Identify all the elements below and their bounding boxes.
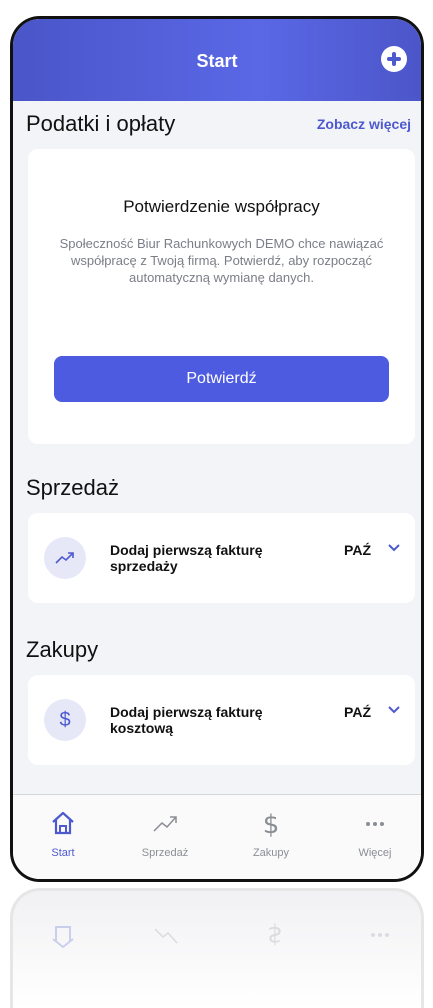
page-title: Start (196, 51, 238, 71)
purchases-add-invoice-text: Dodaj pierwszą fakturę kosztową (110, 704, 263, 736)
confirm-title: Potwierdzenie współpracy (123, 197, 320, 216)
app-header: Start (13, 19, 421, 101)
dollar-icon: $ (263, 810, 280, 837)
home-icon (52, 811, 74, 835)
reflection: $ (10, 888, 424, 1008)
dollar-icon: $ (44, 699, 86, 741)
tab-label: Sprzedaż (141, 847, 189, 859)
trending-up-icon (44, 537, 86, 579)
chevron-down-icon[interactable] (387, 543, 401, 553)
tab-bar: Start Sprzedaż $ Zakupy Więcej (13, 794, 421, 879)
taxes-section-title: Podatki i opłaty (26, 111, 176, 136)
sales-add-invoice-text: Dodaj pierwszą fakturę sprzedaży (110, 542, 263, 574)
confirm-button[interactable]: Potwierdź (54, 356, 389, 402)
chevron-down-icon[interactable] (387, 705, 401, 715)
svg-text:$: $ (267, 921, 282, 949)
purchases-card[interactable]: $ Dodaj pierwszą fakturę kosztową PAŹ (28, 675, 415, 765)
tab-purchases[interactable]: $ Zakupy (231, 795, 311, 879)
svg-text:$: $ (263, 810, 280, 837)
confirm-cooperation-card: Potwierdzenie współpracy Społeczność Biu… (28, 149, 415, 444)
trending-up-icon (153, 816, 177, 832)
tab-start[interactable]: Start (23, 795, 103, 879)
phone-frame: Start Podatki i opłaty Zobacz więcej Pot… (10, 16, 424, 882)
tab-label: Start (51, 847, 75, 859)
tab-label: Więcej (358, 847, 392, 859)
add-button[interactable] (381, 46, 407, 72)
purchases-section-title: Zakupy (26, 637, 99, 662)
see-more-link[interactable]: Zobacz więcej (317, 116, 411, 132)
sales-month[interactable]: PAŹ (344, 542, 371, 558)
tab-label: Zakupy (252, 847, 290, 859)
tab-sales[interactable]: Sprzedaż (125, 795, 205, 879)
more-icon (366, 822, 384, 826)
sales-card[interactable]: Dodaj pierwszą fakturę sprzedaży PAŹ (28, 513, 415, 603)
purchases-month[interactable]: PAŹ (344, 704, 371, 720)
sales-section-title: Sprzedaż (26, 475, 119, 500)
reflection-tabs: $ (13, 909, 421, 969)
confirm-text: Społeczność Biur Rachunkowych DEMO chce … (59, 236, 384, 285)
tab-more[interactable]: Więcej (335, 795, 415, 879)
